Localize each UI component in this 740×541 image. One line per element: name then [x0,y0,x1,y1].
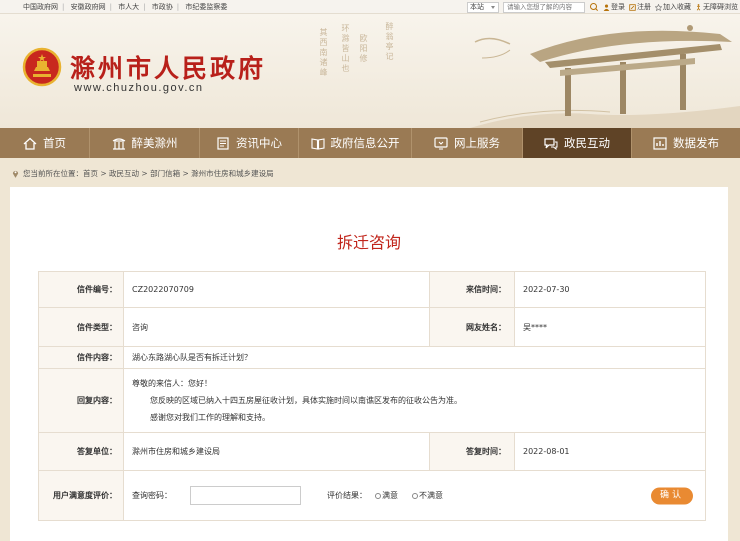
national-emblem-icon [22,47,62,87]
nav-scenic[interactable]: 醉美滁州 [90,128,200,158]
link-discipline[interactable]: 市纪委监察委 [185,3,227,11]
poem-text-4: 其西南诸峰 [319,28,328,78]
chat-icon [544,137,558,150]
reply-date-label: 答复时间： [429,432,515,471]
rating-label: 用户满意度评价： [38,470,124,521]
top-links: 中国政府网 | 安徽政府网 | 市人大 | 市政协 | 市纪委监察委 [23,3,228,11]
register-link[interactable]: 注册 [629,2,651,12]
link-cppcc[interactable]: 市政协 [152,3,173,11]
reply-date-value: 2022-08-01 [514,432,706,471]
nav-interaction[interactable]: 政民互动 [523,128,632,158]
table-row: 答复单位： 滁州市住房和城乡建设局 答复时间： 2022-08-01 [38,432,706,471]
date-value: 2022-07-30 [514,271,706,308]
site-header: 滁州市人民政府 www.chuzhou.gov.cn 醉翁亭记 欧阳修 环滁皆山… [0,14,740,128]
poem-text-3: 环滁皆山也 [341,24,350,74]
letter-title: 拆迁咨询 [336,233,401,252]
top-tools: 本站 登录 注册 加入收藏 无障碍浏览 [467,1,738,13]
login-link[interactable]: 登录 [603,2,625,12]
reply-label: 回复内容： [38,368,124,433]
unit-label: 答复单位： [38,432,124,471]
content-panel: 拆迁咨询 信件编号： CZ2022070709 来信时间： 2022-07-30… [10,187,728,541]
accessible-link[interactable]: 无障碍浏览 [695,2,738,12]
top-utility-bar: 中国政府网| 安徽政府网| 市人大| 市政协| 市纪委监察委 本站 登录 注册 … [0,0,740,14]
table-row: 信件编号： CZ2022070709 来信时间： 2022-07-30 [38,271,706,308]
edit-icon [629,3,636,11]
date-label: 来信时间： [429,271,515,308]
link-npc[interactable]: 市人大 [118,3,139,11]
link-anhui-gov[interactable]: 安徽政府网 [71,3,106,11]
site-url: www.chuzhou.gov.cn [74,82,204,94]
table-row: 用户满意度评价： 查询密码： 评价结果： 满意 不满意 确认 [38,470,706,521]
search-scope-select[interactable]: 本站 [467,1,499,13]
search-icon[interactable] [589,2,599,12]
type-value: 咨询 [123,307,430,347]
radio-unsatisfied[interactable] [412,493,418,499]
number-label: 信件编号： [38,271,124,308]
table-row: 回复内容： 尊敬的来信人：您好！ 您反映的区域已纳入十四五房屋征收计划，具体实施… [38,368,706,433]
radio-satisfied[interactable] [375,493,381,499]
password-input[interactable] [190,486,301,505]
nav-data[interactable]: 数据发布 [632,128,740,158]
table-row: 信件内容： 湖心东路湖心队是否有拆迁计划？ [38,346,706,369]
user-value: 吴**** [514,307,706,347]
user-label: 网友姓名： [429,307,515,347]
nav-gov-info[interactable]: 政府信息公开 [299,128,412,158]
letter-detail-table: 信件编号： CZ2022070709 来信时间： 2022-07-30 信件类型… [38,271,706,521]
rating-cell: 查询密码： 评价结果： 满意 不满意 确认 [123,470,706,521]
breadcrumb-prefix: 您当前所在位置： [23,169,83,178]
satisfied-option[interactable]: 满意 [375,490,398,501]
confirm-button[interactable]: 确认 [651,487,693,504]
star-icon [655,3,662,11]
accessibility-icon [696,3,701,11]
reply-body: 您反映的区域已纳入十四五房屋征收计划，具体实施时间以南谯区发布的征收公告为准。 [150,395,462,405]
nav-news[interactable]: 资讯中心 [200,128,299,158]
location-pin-icon [12,170,19,178]
content-label: 信件内容： [38,346,124,369]
nav-online-service[interactable]: 网上服务 [412,128,523,158]
poem-text-2: 欧阳修 [359,34,368,64]
password-label: 查询密码： [132,491,172,500]
monitor-icon [434,136,448,150]
home-icon [23,137,37,150]
reply-value: 尊敬的来信人：您好！ 您反映的区域已纳入十四五房屋征收计划，具体实施时间以南谯区… [123,368,706,433]
site-title[interactable]: 滁州市人民政府 [70,49,266,85]
nav-home[interactable]: 首页 [0,128,90,158]
main-nav: 首页 醉美滁州 资讯中心 政府信息公开 网上服务 政民互动 数据发布 [0,128,740,158]
table-row: 信件类型： 咨询 网友姓名： 吴**** [38,307,706,347]
document-icon [217,136,229,150]
unit-value: 滁州市住房和城乡建设局 [123,432,430,471]
reply-thanks: 感谢您对我们工作的理解和支持。 [150,412,270,422]
pavilion-illustration [470,25,740,128]
link-china-gov[interactable]: 中国政府网 [23,3,58,11]
search-input[interactable] [503,1,585,13]
unsatisfied-option[interactable]: 不满意 [412,490,443,501]
breadcrumb-path[interactable]: 首页 > 政民互动 > 部门信箱 > 滁州市住房和城乡建设局 [83,168,274,179]
content-value: 湖心东路湖心队是否有拆迁计划？ [123,346,706,369]
user-icon [603,4,610,11]
favorite-link[interactable]: 加入收藏 [655,2,691,12]
book-icon [310,137,325,150]
number-value: CZ2022070709 [123,271,430,308]
pavilion-icon [112,137,125,150]
result-label: 评价结果： [327,491,367,500]
rating-form: 查询密码： 评价结果： 满意 不满意 [132,486,697,505]
poem-text-1: 醉翁亭记 [385,22,394,62]
type-label: 信件类型： [38,307,124,347]
reply-greeting: 尊敬的来信人：您好！ [132,378,212,388]
breadcrumb: 您当前所在位置： 首页 > 政民互动 > 部门信箱 > 滁州市住房和城乡建设局 [12,168,274,179]
chart-icon [653,136,667,150]
